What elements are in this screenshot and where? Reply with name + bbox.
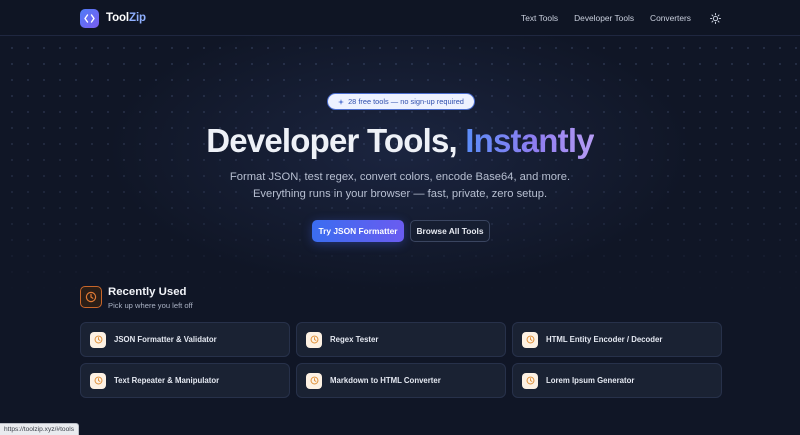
recent-tool-label: Regex Tester bbox=[330, 335, 379, 344]
clock-icon bbox=[90, 372, 106, 389]
link-status-bar: https://toolzip.xyz/#tools bbox=[0, 423, 80, 435]
clock-icon bbox=[522, 372, 538, 389]
recent-tool-card[interactable]: Regex Tester bbox=[296, 322, 506, 357]
logo[interactable]: ToolZip bbox=[80, 8, 146, 28]
hero-title: Developer Tools, Instantly bbox=[0, 122, 800, 160]
code-brackets-icon bbox=[80, 8, 99, 28]
browse-all-tools-button[interactable]: Browse All Tools bbox=[410, 220, 490, 242]
theme-toggle-button[interactable] bbox=[708, 11, 722, 25]
recent-tool-card[interactable]: HTML Entity Encoder / Decoder bbox=[512, 322, 722, 357]
sparkle-icon bbox=[338, 98, 345, 105]
free-tools-badge: 28 free tools — no sign-up required bbox=[327, 93, 475, 110]
logo-text: ToolZip bbox=[106, 12, 146, 24]
recent-tool-card[interactable]: JSON Formatter & Validator bbox=[80, 322, 290, 357]
sun-icon bbox=[709, 12, 721, 24]
try-json-formatter-button[interactable]: Try JSON Formatter bbox=[312, 220, 404, 242]
nav-developer-tools[interactable]: Developer Tools bbox=[574, 13, 634, 23]
recent-tool-card[interactable]: Text Repeater & Manipulator bbox=[80, 363, 290, 398]
main-nav: Text Tools Developer Tools Converters bbox=[521, 0, 691, 36]
recent-tool-label: Text Repeater & Manipulator bbox=[114, 376, 220, 385]
recently-used-subtitle: Pick up where you left off bbox=[108, 301, 193, 310]
recent-tool-label: JSON Formatter & Validator bbox=[114, 335, 217, 344]
logo-accent: Zip bbox=[129, 12, 146, 24]
page: ToolZip Text Tools Developer Tools Conve… bbox=[0, 0, 800, 435]
dot-grid-background bbox=[0, 36, 800, 296]
hero-title-accent: Instantly bbox=[465, 122, 594, 159]
clock-icon bbox=[90, 331, 106, 348]
hero-title-plain: Developer Tools, bbox=[206, 122, 457, 159]
badge-text: 28 free tools — no sign-up required bbox=[348, 97, 464, 106]
hero-subtitle-line2: Everything runs in your browser — fast, … bbox=[252, 188, 548, 200]
recent-tool-label: Lorem Ipsum Generator bbox=[546, 376, 635, 385]
recent-tool-card[interactable]: Markdown to HTML Converter bbox=[296, 363, 506, 398]
clock-icon bbox=[306, 372, 322, 389]
recently-used-title: Recently Used bbox=[108, 286, 187, 298]
recent-tool-card[interactable]: Lorem Ipsum Generator bbox=[512, 363, 722, 398]
recent-tool-label: HTML Entity Encoder / Decoder bbox=[546, 335, 663, 344]
clock-icon bbox=[306, 331, 322, 348]
nav-text-tools[interactable]: Text Tools bbox=[521, 13, 558, 23]
recent-tool-label: Markdown to HTML Converter bbox=[330, 376, 441, 385]
nav-converters[interactable]: Converters bbox=[650, 13, 691, 23]
clock-icon bbox=[522, 331, 538, 348]
clock-icon bbox=[80, 286, 102, 308]
logo-prefix: Tool bbox=[106, 12, 130, 24]
site-header: ToolZip Text Tools Developer Tools Conve… bbox=[0, 0, 800, 36]
hero-subtitle-line1: Format JSON, test regex, convert colors,… bbox=[229, 171, 571, 183]
